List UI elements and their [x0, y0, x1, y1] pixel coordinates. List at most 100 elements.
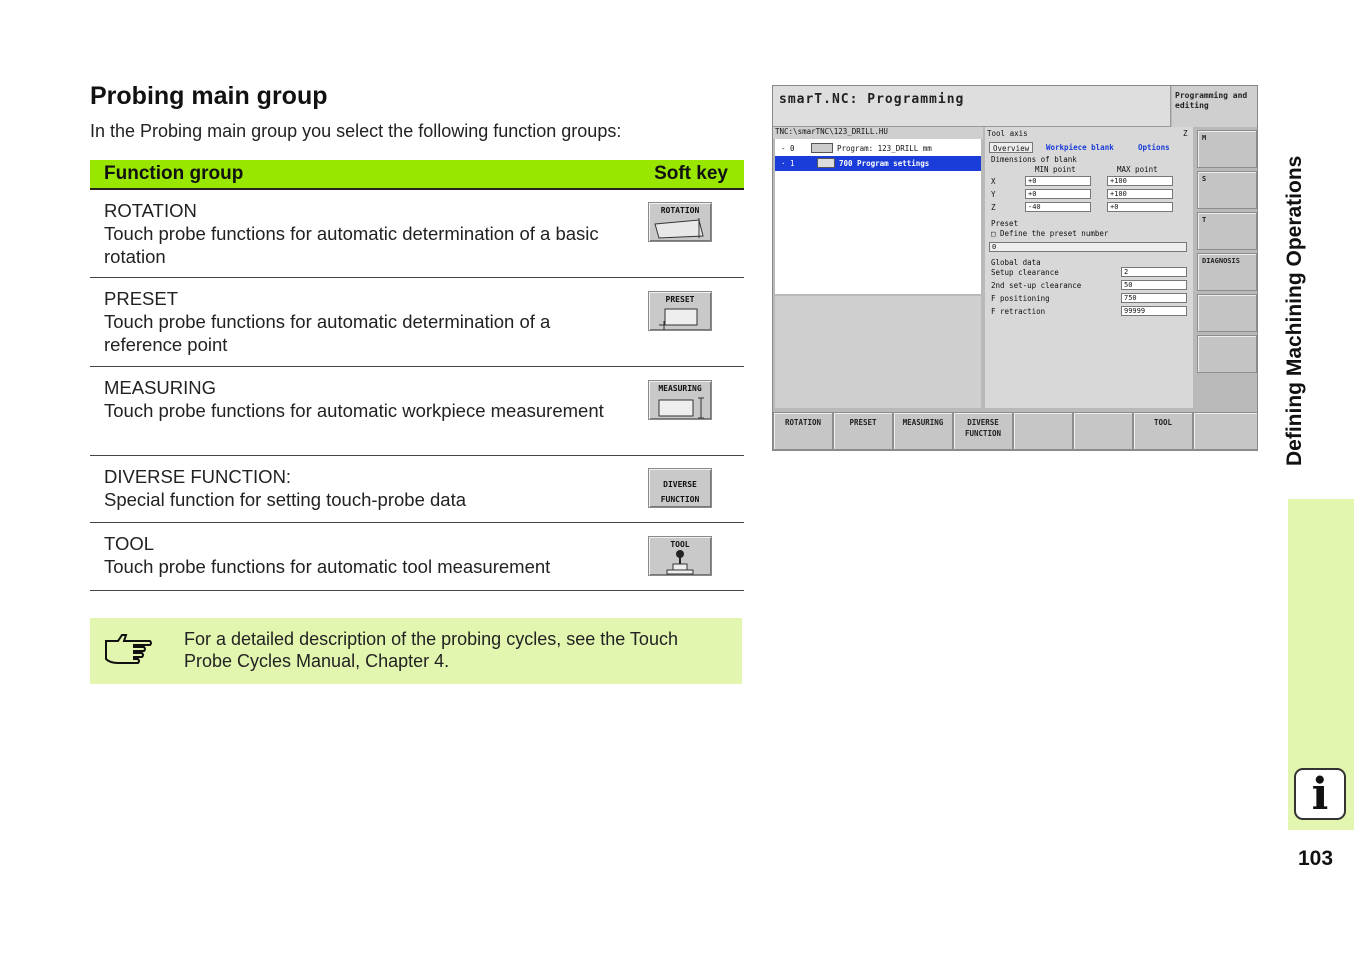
axis-label: Y — [991, 190, 996, 199]
pointing-hand-icon — [105, 634, 152, 664]
preset-label: Preset — [991, 219, 1019, 228]
blank-label: Dimensions of blank — [991, 155, 1077, 164]
rotation-softkey[interactable]: ROTATION — [773, 412, 833, 450]
tree-item-selected[interactable]: · 1 700 Program settings — [775, 156, 981, 171]
min-point-header: MIN point — [1035, 165, 1076, 174]
screen-mode: Programming and editing — [1172, 86, 1257, 127]
tree-empty-area — [775, 296, 981, 408]
y-min-field[interactable]: +0 — [1025, 189, 1091, 199]
axis-label: Z — [991, 203, 996, 212]
horizontal-softkeys: ROTATION PRESET MEASURING DIVERSE FUNCTI… — [773, 412, 1257, 450]
page-number: 103 — [1298, 847, 1334, 870]
y-max-field[interactable]: +100 — [1107, 189, 1173, 199]
z-max-field[interactable]: +0 — [1107, 202, 1173, 212]
col-soft-key: Soft key — [654, 163, 728, 184]
softkey-label: DIVERSE FUNCTION — [660, 480, 700, 504]
second-clearance-field[interactable]: 50 — [1121, 280, 1187, 290]
global-data-label: Global data — [991, 258, 1041, 267]
row-name: ROTATION — [104, 200, 197, 221]
tool-axis-value: Z — [1183, 129, 1188, 138]
preset-softkey[interactable]: PRESET — [648, 291, 712, 331]
rotation-icon — [654, 218, 704, 239]
setup-clearance-label: Setup clearance — [991, 268, 1059, 277]
rotation-softkey[interactable]: ROTATION — [648, 202, 712, 242]
screen-path: TNC:\smarTNC\123_DRILL.HU — [773, 127, 983, 139]
empty-softkey[interactable] — [1197, 294, 1257, 332]
measuring-softkey[interactable]: MEASURING — [893, 412, 953, 450]
screen-title-bar: smarT.NC: Programming — [773, 86, 1171, 127]
f-positioning-field[interactable]: 750 — [1121, 293, 1187, 303]
softkey-label: MEASURING — [658, 384, 702, 393]
diverse-function-softkey[interactable]: DIVERSE FUNCTION — [648, 468, 712, 508]
softkey-label: TOOL — [670, 540, 690, 549]
f-retraction-field[interactable]: 99999 — [1121, 306, 1187, 316]
x-min-field[interactable]: +0 — [1025, 176, 1091, 186]
empty-softkey[interactable] — [1073, 412, 1133, 450]
table-row: DIVERSE FUNCTION: Special function for se… — [90, 456, 744, 523]
z-min-field[interactable]: -40 — [1025, 202, 1091, 212]
tool-softkey[interactable]: TOOL — [1133, 412, 1193, 450]
preset-icon — [659, 308, 698, 330]
measuring-icon — [658, 397, 704, 419]
settings-form: Tool axis Z Overview Workpiece blank Opt… — [985, 127, 1193, 408]
softkey-label: DIAGNOSIS — [1202, 257, 1240, 265]
f-retraction-label: F retraction — [991, 307, 1046, 316]
x-max-field[interactable]: +100 — [1107, 176, 1173, 186]
setup-clearance-field[interactable]: 2 — [1121, 267, 1187, 277]
settings-icon — [817, 158, 835, 168]
tool-probe-icon — [666, 550, 694, 575]
preset-softkey[interactable]: PRESET — [833, 412, 893, 450]
row-desc: Touch probe functions for automatic work… — [104, 400, 604, 421]
tree-item[interactable]: - 0 Program: 123_DRILL mm — [775, 141, 981, 156]
row-desc: Touch probe functions for automatic dete… — [104, 223, 599, 267]
more-softkey[interactable] — [1193, 412, 1257, 450]
note-text: For a detailed description of the probin… — [184, 629, 678, 671]
col-function-group: Function group — [104, 163, 244, 184]
diverse-function-softkey[interactable]: DIVERSE FUNCTION — [953, 412, 1013, 450]
table-row: ROTATION Touch probe functions for automa… — [90, 190, 744, 278]
page-title: Probing main group — [90, 82, 328, 110]
function-group-table: Function group Soft key ROTATION Touch pr… — [90, 160, 744, 591]
smartnc-screenshot: smarT.NC: Programming Programming and ed… — [772, 85, 1258, 451]
m-softkey[interactable]: M — [1197, 130, 1257, 168]
program-tree: - 0 Program: 123_DRILL mm · 1 700 Progra… — [775, 139, 981, 294]
preset-number-field[interactable]: 0 — [989, 242, 1187, 252]
table-row: MEASURING Touch probe functions for autom… — [90, 367, 744, 456]
intro-text: In the Probing main group you select the… — [90, 121, 622, 141]
s-softkey[interactable]: S — [1197, 171, 1257, 209]
row-name: MEASURING — [104, 377, 217, 398]
axis-label: X — [991, 177, 996, 186]
tool-softkey[interactable]: TOOL — [648, 536, 712, 576]
measuring-softkey[interactable]: MEASURING — [648, 380, 712, 420]
softkey-label: S — [1202, 175, 1207, 183]
tab-options[interactable]: Options — [1135, 142, 1173, 153]
empty-softkey[interactable] — [1013, 412, 1073, 450]
tree-label: 700 Program settings — [839, 159, 930, 168]
tab-workpiece-blank[interactable]: Workpiece blank — [1043, 142, 1117, 153]
tool-axis-label: Tool axis — [987, 129, 1028, 138]
preset-checkbox-label: Define the preset number — [1000, 229, 1109, 238]
preset-checkbox[interactable]: □ Define the preset number — [991, 229, 1108, 238]
program-icon — [811, 143, 833, 153]
max-point-header: MAX point — [1117, 165, 1158, 174]
row-name: PRESET — [104, 288, 179, 309]
info-icon[interactable]: i — [1294, 768, 1346, 820]
table-row: TOOL Touch probe functions for automatic … — [90, 523, 744, 591]
softkey-label: M — [1202, 134, 1207, 142]
softkey-label: PRESET — [665, 295, 695, 304]
t-softkey[interactable]: T — [1197, 212, 1257, 250]
tree-label: Program: 123_DRILL mm — [837, 144, 932, 153]
note-box: For a detailed description of the probin… — [90, 618, 742, 684]
tree-index: - 0 — [781, 144, 795, 153]
row-desc: Touch probe functions for automatic dete… — [104, 311, 551, 355]
f-positioning-label: F positioning — [991, 294, 1050, 303]
table-header: Function group Soft key — [90, 160, 744, 190]
chapter-title: Defining Machining Operations — [1283, 155, 1306, 466]
row-desc: Touch probe functions for automatic tool… — [104, 556, 551, 577]
tab-overview[interactable]: Overview — [989, 142, 1034, 153]
row-name: DIVERSE FUNCTION: — [104, 466, 292, 487]
empty-softkey[interactable] — [1197, 335, 1257, 373]
diagnosis-softkey[interactable]: DIAGNOSIS — [1197, 253, 1257, 291]
screen-title: smarT.NC: Programming — [779, 92, 965, 107]
softkey-label: ROTATION — [660, 206, 700, 215]
